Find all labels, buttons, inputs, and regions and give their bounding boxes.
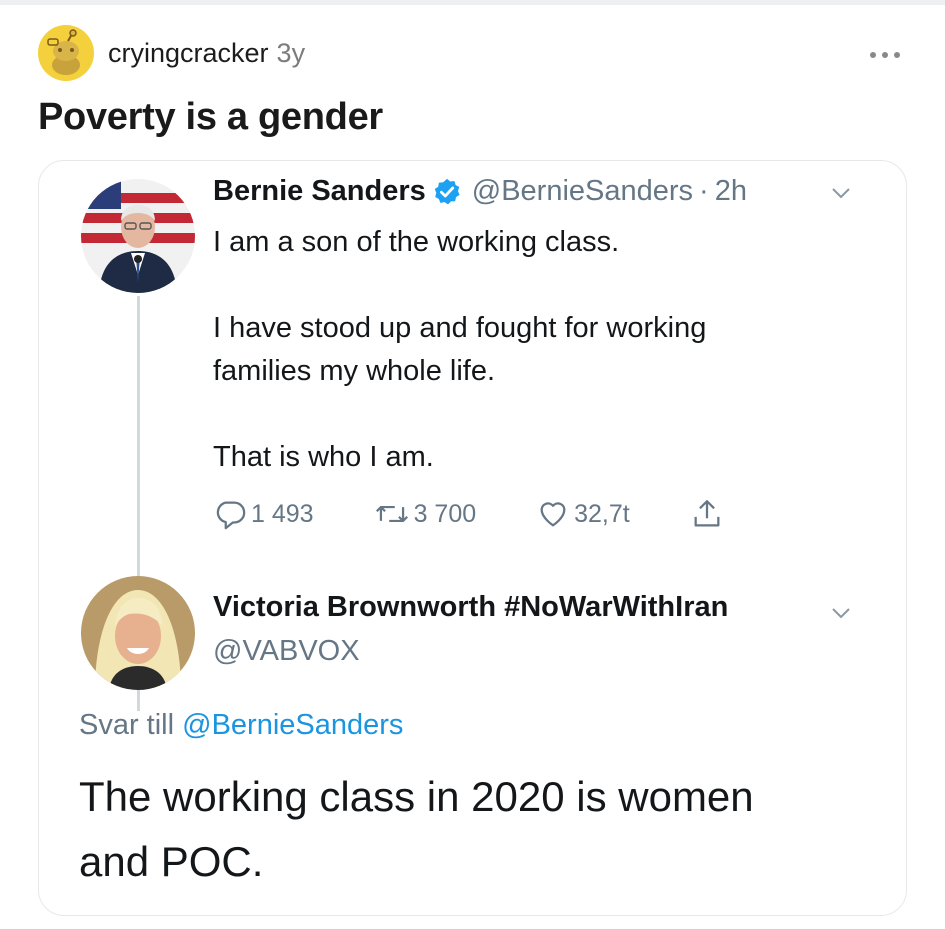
tweet-header: Bernie Sanders @BernieSanders · 2h [213,175,747,208]
tweet-screenshot-card: Bernie Sanders @BernieSanders · 2h I am … [38,160,907,916]
retweet-icon [375,505,408,523]
share-icon [694,500,720,527]
like-count: 32,7t [574,499,630,528]
tweet-text: I am a son of the working class. I have … [213,221,853,479]
post-age: 3y [276,37,306,68]
like-action[interactable]: 32,7t [536,497,630,531]
replying-to-prefix: Svar till [79,709,175,741]
reply-text: The working class in 2020 is women and P… [79,764,859,894]
reply-text-line: and POC. [79,838,264,885]
heart-icon [540,502,566,527]
replying-to-handle[interactable]: @BernieSanders [182,709,403,741]
reply-author-name[interactable]: Victoria Brownworth #NoWarWithIran [213,591,728,624]
tweet-author-handle[interactable]: @BernieSanders [472,175,693,208]
tweet-line: That is who I am. [213,441,434,473]
post-title[interactable]: Poverty is a gender [38,96,383,139]
snoo-icon [47,29,80,75]
reply-text-line: The working class in 2020 is women [79,773,754,820]
reply-icon [216,501,246,530]
reply-count: 1 493 [251,499,314,528]
tweet-author-name[interactable]: Bernie Sanders [213,175,426,208]
more-horizontal-icon[interactable] [869,46,901,60]
verified-badge-icon [434,178,460,204]
chevron-down-icon[interactable] [831,187,851,199]
tweet-actions: 1 493 3 700 32,7t [213,492,728,536]
chevron-down-icon[interactable] [831,607,851,619]
tweet-separator: · [699,175,709,207]
retweet-count: 3 700 [413,499,477,528]
tweet-line: families my whole life. [213,355,496,387]
replying-to: Svar till @BernieSanders [79,709,403,742]
bernie-avatar [81,179,195,293]
post-header: cryingcracker 3y [38,25,306,81]
user-avatar[interactable] [38,25,94,81]
share-action[interactable] [690,497,728,531]
victoria-avatar [81,576,195,690]
tweet-time[interactable]: 2h [715,175,747,208]
post-author[interactable]: cryingcracker [108,38,269,69]
reply-action[interactable]: 1 493 [213,497,314,531]
retweet-action[interactable]: 3 700 [374,497,477,531]
tweet-line: I am a son of the working class. [213,226,620,258]
tweet-line: I have stood up and fought for working [213,312,707,344]
reply-author-handle[interactable]: @VABVOX [213,635,360,668]
top-bar [0,0,945,5]
